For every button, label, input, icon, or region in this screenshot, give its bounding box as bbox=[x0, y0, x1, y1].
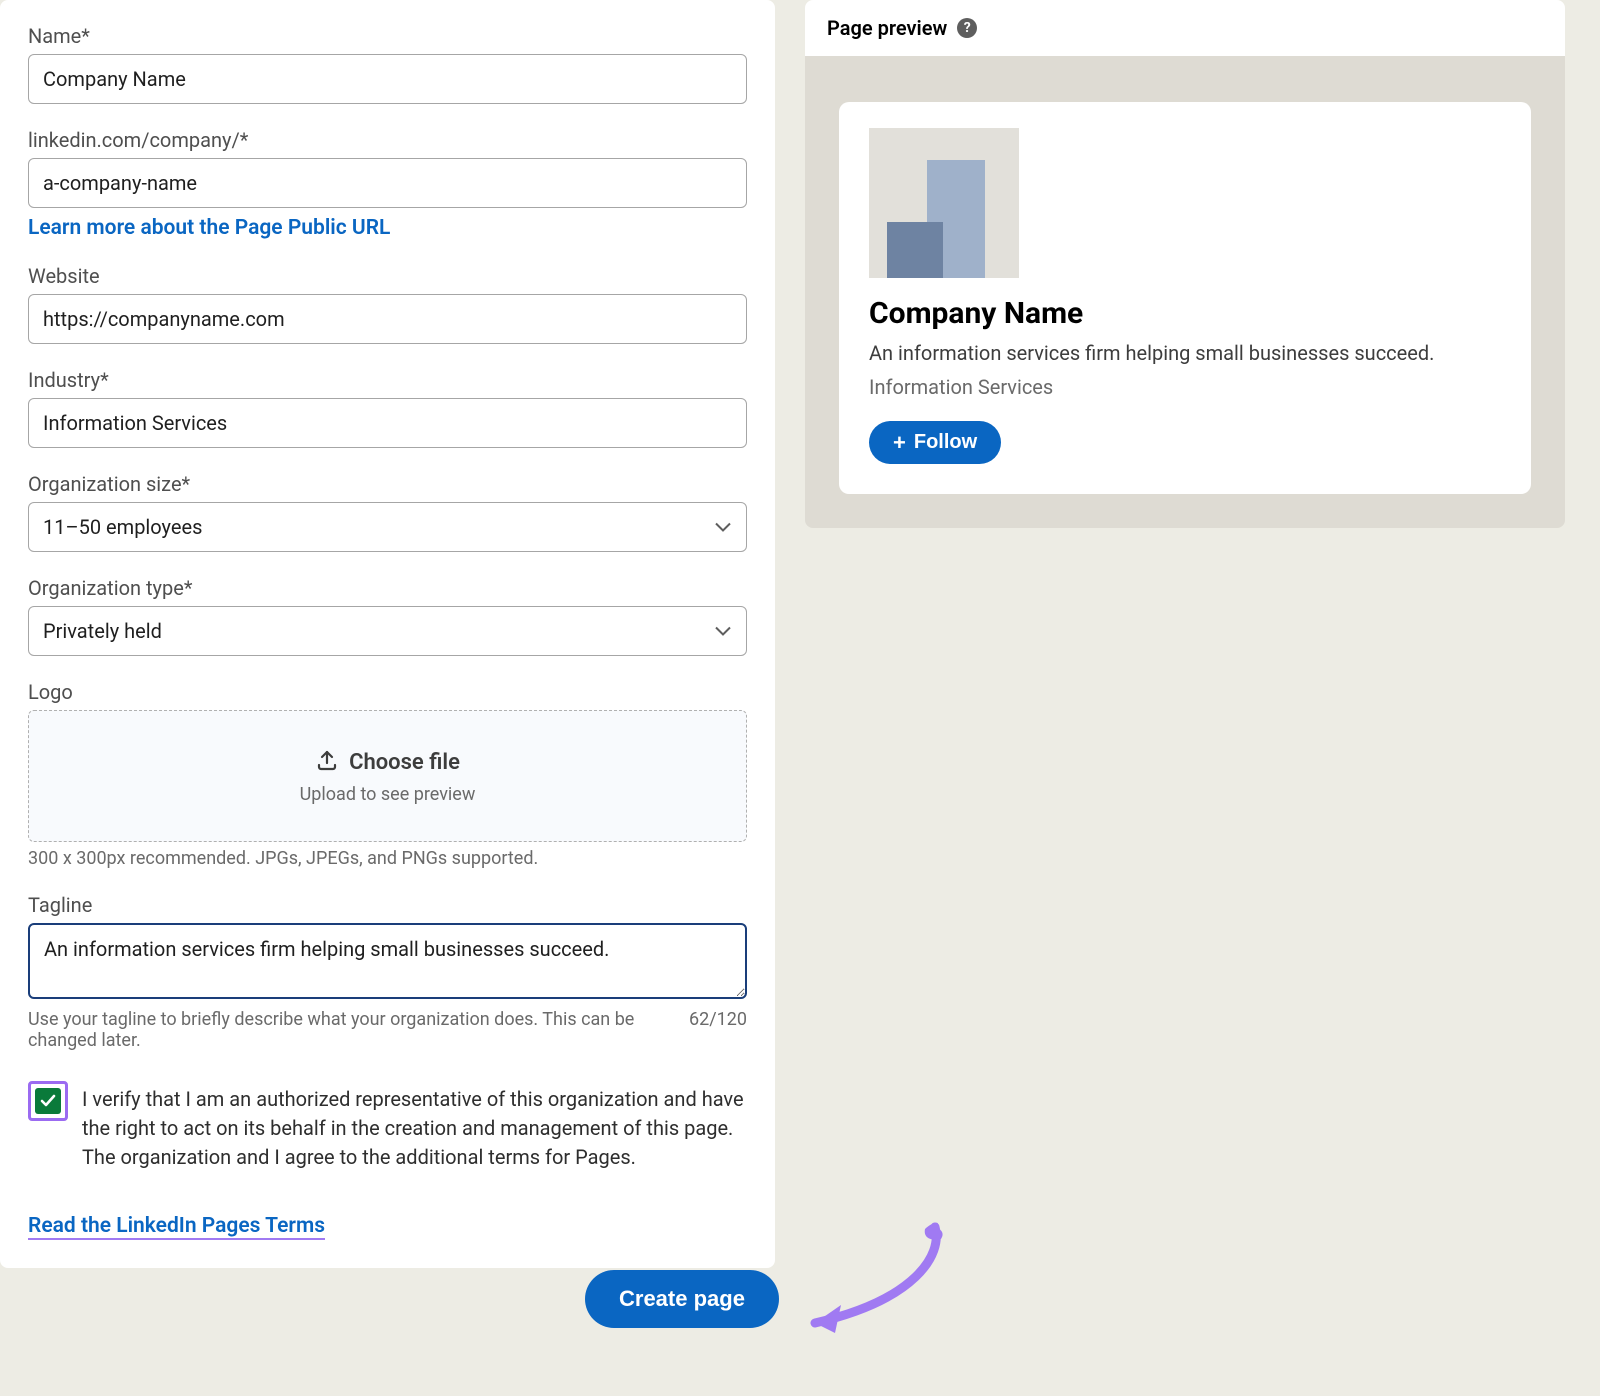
plus-icon: + bbox=[893, 432, 906, 454]
logo-label: Logo bbox=[28, 680, 747, 704]
preview-industry: Information Services bbox=[869, 375, 1501, 399]
name-input[interactable] bbox=[28, 54, 747, 104]
verify-checkbox-highlight bbox=[28, 1081, 68, 1121]
learn-more-url-link[interactable]: Learn more about the Page Public URL bbox=[28, 216, 390, 240]
website-label: Website bbox=[28, 264, 747, 288]
create-page-form: Name* linkedin.com/company/* Learn more … bbox=[0, 0, 775, 1268]
org-size-select[interactable]: 11–50 employees bbox=[28, 502, 747, 552]
upload-icon bbox=[315, 748, 339, 778]
tagline-hint: Use your tagline to briefly describe wha… bbox=[28, 1009, 665, 1051]
footer-zone: Create page bbox=[0, 1270, 1600, 1328]
name-group: Name* bbox=[28, 24, 747, 104]
verify-row: I verify that I am an authorized represe… bbox=[28, 1085, 747, 1172]
preview-company-name: Company Name bbox=[869, 296, 1501, 331]
tagline-input[interactable]: An information services firm helping sma… bbox=[28, 923, 747, 999]
website-input[interactable] bbox=[28, 294, 747, 344]
preview-column: Page preview ? Company Name An informati… bbox=[805, 0, 1565, 1268]
choose-file-label: Choose file bbox=[349, 750, 460, 775]
company-logo-placeholder bbox=[869, 128, 1019, 278]
logo-hint: 300 x 300px recommended. JPGs, JPEGs, an… bbox=[28, 848, 747, 869]
follow-button[interactable]: + Follow bbox=[869, 421, 1001, 464]
website-group: Website bbox=[28, 264, 747, 344]
preview-tagline: An information services firm helping sma… bbox=[869, 341, 1501, 365]
building-icon bbox=[887, 222, 943, 278]
tagline-group: Tagline An information services firm hel… bbox=[28, 893, 747, 1051]
org-type-select[interactable]: Privately held bbox=[28, 606, 747, 656]
help-icon[interactable]: ? bbox=[957, 18, 977, 38]
org-type-label: Organization type* bbox=[28, 576, 747, 600]
preview-header-label: Page preview bbox=[827, 16, 947, 40]
org-size-label: Organization size* bbox=[28, 472, 747, 496]
url-group: linkedin.com/company/* Learn more about … bbox=[28, 128, 747, 240]
org-type-group: Organization type* Privately held bbox=[28, 576, 747, 656]
name-label: Name* bbox=[28, 24, 747, 48]
industry-label: Industry* bbox=[28, 368, 747, 392]
logo-group: Logo Choose file Upload to see preview 3… bbox=[28, 680, 747, 869]
preview-header: Page preview ? bbox=[805, 0, 1565, 56]
industry-group: Industry* bbox=[28, 368, 747, 448]
url-input[interactable] bbox=[28, 158, 747, 208]
url-label: linkedin.com/company/* bbox=[28, 128, 747, 152]
tagline-counter: 62/120 bbox=[689, 1009, 747, 1051]
verify-checkbox[interactable] bbox=[35, 1088, 61, 1114]
check-icon bbox=[39, 1092, 57, 1110]
org-size-group: Organization size* 11–50 employees bbox=[28, 472, 747, 552]
tagline-label: Tagline bbox=[28, 893, 747, 917]
create-page-label: Create page bbox=[619, 1286, 745, 1311]
logo-dropzone[interactable]: Choose file Upload to see preview bbox=[28, 710, 747, 842]
upload-subtext: Upload to see preview bbox=[300, 784, 476, 805]
verify-text: I verify that I am an authorized represe… bbox=[82, 1085, 747, 1172]
create-page-button[interactable]: Create page bbox=[585, 1270, 779, 1328]
preview-card: Company Name An information services fir… bbox=[839, 102, 1531, 494]
follow-label: Follow bbox=[914, 431, 977, 454]
preview-body: Company Name An information services fir… bbox=[805, 56, 1565, 528]
pages-terms-link[interactable]: Read the LinkedIn Pages Terms bbox=[28, 1214, 325, 1240]
industry-input[interactable] bbox=[28, 398, 747, 448]
